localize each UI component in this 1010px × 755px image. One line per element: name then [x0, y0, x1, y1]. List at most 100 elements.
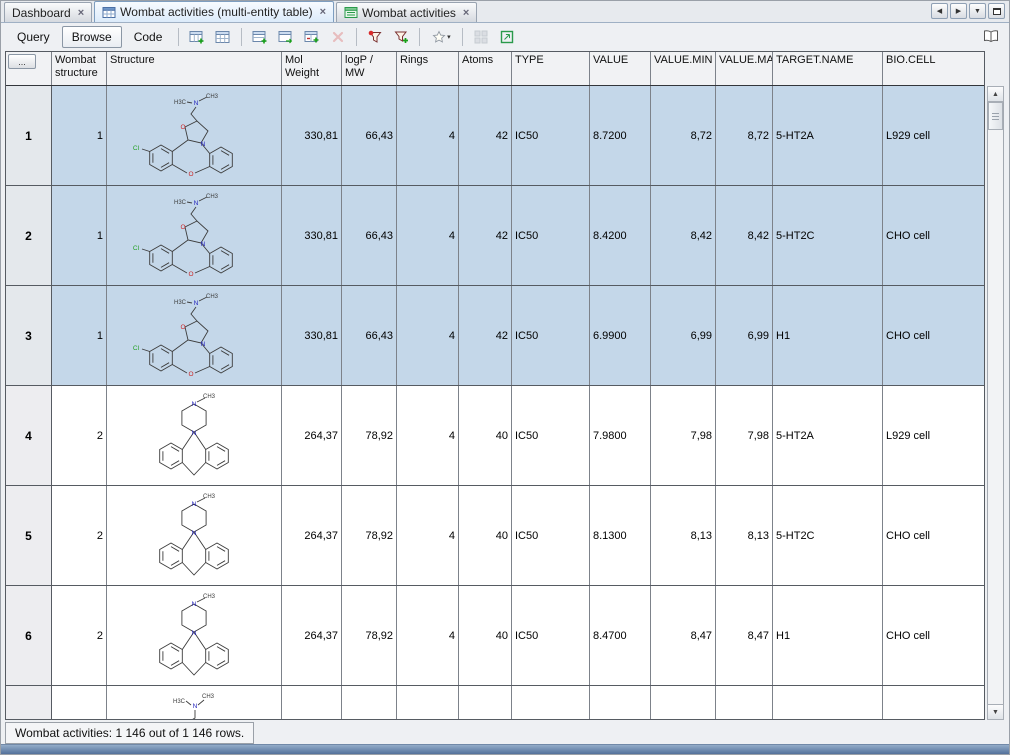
table-row[interactable]: 5 2 264,37 78,92 4 40 IC50 8.1300 8,13 8…	[6, 486, 984, 586]
cell-type[interactable]	[512, 686, 590, 719]
cell-structure[interactable]	[107, 86, 282, 185]
column-header-value[interactable]: VALUE	[590, 52, 651, 85]
cell-value[interactable]: 8.4700	[590, 586, 651, 685]
column-header-value-max[interactable]: VALUE.MAX	[716, 52, 773, 85]
cell-mol-weight[interactable]: 330,81	[282, 186, 342, 285]
tab-wombat-activities[interactable]: Wombat activities ×	[336, 2, 478, 22]
column-header-type[interactable]: TYPE	[512, 52, 590, 85]
cell-wombat-structure[interactable]: 2	[52, 586, 107, 685]
tab-wombat-multi-entity-table[interactable]: Wombat activities (multi-entity table) ×	[94, 1, 335, 22]
cell-value[interactable]: 6.9900	[590, 286, 651, 385]
column-header-target-name[interactable]: TARGET.NAME	[773, 52, 883, 85]
cell-rings[interactable]	[397, 686, 459, 719]
cell-structure[interactable]	[107, 186, 282, 285]
column-header-atoms[interactable]: Atoms	[459, 52, 512, 85]
cell-type[interactable]: IC50	[512, 586, 590, 685]
cell-logp-mw[interactable]: 66,43	[342, 186, 397, 285]
row-number[interactable]: 2	[6, 186, 52, 285]
cell-type[interactable]: IC50	[512, 286, 590, 385]
cell-value-max[interactable]: 8,42	[716, 186, 773, 285]
scroll-up-button[interactable]: ▲	[987, 86, 1004, 102]
cell-target-name[interactable]: 5-HT2C	[773, 486, 883, 585]
cell-wombat-structure[interactable]	[52, 686, 107, 719]
row-number[interactable]: 3	[6, 286, 52, 385]
table-row[interactable]: 2 1 330,81 66,43 4 42 IC50 8.4200 8,42 8…	[6, 186, 984, 286]
cell-target-name[interactable]	[773, 686, 883, 719]
cell-bio-cell[interactable]: CHO cell	[883, 586, 984, 685]
tab-dashboard[interactable]: Dashboard ×	[4, 2, 93, 22]
cell-bio-cell[interactable]	[883, 686, 984, 719]
column-header-wombat-structure[interactable]: Wombat structure	[52, 52, 107, 85]
cell-structure[interactable]	[107, 286, 282, 385]
scroll-tabs-left-button[interactable]: ◀	[931, 3, 948, 19]
cell-type[interactable]: IC50	[512, 386, 590, 485]
code-mode-button[interactable]: Code	[124, 26, 173, 48]
row-number[interactable]: 6	[6, 586, 52, 685]
edit-table-button[interactable]	[211, 26, 235, 48]
cell-mol-weight[interactable]: 330,81	[282, 286, 342, 385]
cell-structure[interactable]	[107, 486, 282, 585]
cell-mol-weight[interactable]	[282, 686, 342, 719]
cell-logp-mw[interactable]: 66,43	[342, 286, 397, 385]
cell-mol-weight[interactable]: 330,81	[282, 86, 342, 185]
add-filter-button[interactable]	[389, 26, 413, 48]
column-header-value-min[interactable]: VALUE.MIN	[651, 52, 716, 85]
cell-rings[interactable]: 4	[397, 586, 459, 685]
cell-logp-mw[interactable]	[342, 686, 397, 719]
cell-rings[interactable]: 4	[397, 86, 459, 185]
add-detail-row-button[interactable]	[248, 26, 272, 48]
table-row[interactable]: 1 1 330,81 66,43 4 42 IC50 8.7200 8,72 8…	[6, 86, 984, 186]
maximize-view-button[interactable]	[988, 3, 1005, 19]
cell-target-name[interactable]: H1	[773, 586, 883, 685]
cell-structure[interactable]	[107, 386, 282, 485]
row-number[interactable]: 5	[6, 486, 52, 585]
cell-value[interactable]: 8.7200	[590, 86, 651, 185]
cell-value-max[interactable]	[716, 686, 773, 719]
scroll-tabs-right-button[interactable]: ▶	[950, 3, 967, 19]
table-row[interactable]: 4 2 264,37 78,92 4 40 IC50 7.9800 7,98 7…	[6, 386, 984, 486]
close-icon[interactable]: ×	[320, 7, 326, 18]
cell-type[interactable]: IC50	[512, 186, 590, 285]
cell-atoms[interactable]: 42	[459, 86, 512, 185]
cell-structure[interactable]	[107, 586, 282, 685]
cell-mol-weight[interactable]: 264,37	[282, 486, 342, 585]
column-header-mol-weight[interactable]: Mol Weight	[282, 52, 342, 85]
row-number[interactable]: 4	[6, 386, 52, 485]
cell-value[interactable]: 8.1300	[590, 486, 651, 585]
cell-bio-cell[interactable]: CHO cell	[883, 486, 984, 585]
cell-wombat-structure[interactable]: 1	[52, 286, 107, 385]
cell-target-name[interactable]: H1	[773, 286, 883, 385]
cell-wombat-structure[interactable]: 2	[52, 486, 107, 585]
cell-wombat-structure[interactable]: 1	[52, 186, 107, 285]
cell-atoms[interactable]: 40	[459, 486, 512, 585]
cell-type[interactable]: IC50	[512, 86, 590, 185]
cell-structure[interactable]	[107, 686, 282, 719]
cell-target-name[interactable]: 5-HT2A	[773, 86, 883, 185]
column-header-logp-mw[interactable]: logP / MW	[342, 52, 397, 85]
cell-logp-mw[interactable]: 78,92	[342, 386, 397, 485]
scrollbar-thumb[interactable]	[988, 102, 1003, 130]
table-row[interactable]	[6, 686, 984, 719]
browse-mode-button[interactable]: Browse	[61, 25, 122, 48]
cell-value[interactable]	[590, 686, 651, 719]
close-icon[interactable]: ×	[78, 7, 84, 18]
cell-atoms[interactable]: 40	[459, 586, 512, 685]
cell-atoms[interactable]: 40	[459, 386, 512, 485]
row-number[interactable]	[6, 686, 52, 719]
cell-value-min[interactable]: 8,13	[651, 486, 716, 585]
close-icon[interactable]: ×	[463, 7, 469, 18]
cell-value-max[interactable]: 7,98	[716, 386, 773, 485]
query-mode-button[interactable]: Query	[7, 26, 60, 48]
delete-row-button[interactable]	[326, 26, 350, 48]
table-row[interactable]: 6 2 264,37 78,92 4 40 IC50 8.4700 8,47 8…	[6, 586, 984, 686]
cell-value-min[interactable]	[651, 686, 716, 719]
cell-wombat-structure[interactable]: 1	[52, 86, 107, 185]
cell-value-min[interactable]: 8,47	[651, 586, 716, 685]
cell-bio-cell[interactable]: CHO cell	[883, 286, 984, 385]
cell-value-max[interactable]: 8,13	[716, 486, 773, 585]
cell-target-name[interactable]: 5-HT2C	[773, 186, 883, 285]
cell-value-min[interactable]: 6,99	[651, 286, 716, 385]
column-header-bio-cell[interactable]: BIO.CELL	[883, 52, 984, 85]
row-number[interactable]: 1	[6, 86, 52, 185]
cell-value-max[interactable]: 8,72	[716, 86, 773, 185]
